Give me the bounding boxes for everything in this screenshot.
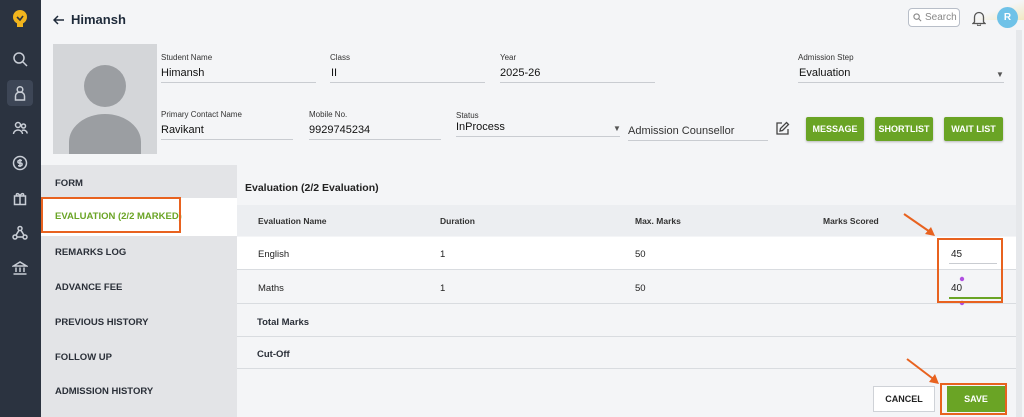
annotation-arrow-icon (903, 213, 935, 236)
fees-dollar-icon[interactable] (7, 150, 33, 176)
field-underline (798, 82, 1004, 83)
search-icon[interactable] (7, 46, 33, 72)
total-marks-label: Total Marks (257, 317, 310, 328)
scrollbar[interactable] (1016, 30, 1022, 417)
primary-contact-label: Primary Contact Name (161, 110, 242, 119)
back-button[interactable]: Himansh (53, 12, 126, 27)
annotation-arrow-icon (906, 358, 939, 384)
field-underline (330, 82, 485, 83)
counsellor-field[interactable]: Admission Counsellor (628, 125, 734, 137)
cutoff-label: Cut-Off (257, 349, 290, 360)
highlight-box (937, 238, 1003, 303)
field-underline (309, 139, 441, 140)
evaluation-name: English (258, 249, 290, 260)
cutoff-row: Cut-Off (237, 337, 1016, 369)
app-root: Himansh Search R Student Name Himansh Cl… (0, 0, 1024, 417)
duration-value: 1 (440, 283, 446, 294)
year-value: 2025-26 (500, 67, 541, 79)
max-marks-value: 50 (635, 283, 646, 294)
institution-icon[interactable] (7, 255, 33, 281)
nav-item-follow-up[interactable]: FOLLOW UP (55, 352, 112, 363)
arrow-left-icon (53, 14, 64, 25)
field-underline (456, 136, 620, 137)
column-header: Max. Marks (635, 216, 681, 226)
search-icon (913, 13, 922, 22)
table-row: Maths 1 50 40 (237, 271, 1016, 306)
primary-contact-value: Ravikant (161, 124, 204, 136)
status-select[interactable]: InProcess (456, 121, 505, 133)
mobile-value: 9929745234 (309, 124, 371, 136)
nav-item-form[interactable]: FORM (55, 178, 83, 189)
chevron-down-icon[interactable]: ▼ (996, 70, 1004, 79)
max-marks-value: 50 (635, 249, 646, 260)
shortlist-button[interactable]: SHORTLIST (875, 117, 933, 141)
nav-item-advance-fee[interactable]: ADVANCE FEE (55, 282, 122, 293)
column-header: Evaluation Name (258, 216, 327, 226)
nav-item-remarks-log[interactable]: REMARKS LOG (55, 247, 126, 258)
student-header-name: Himansh (71, 12, 126, 27)
highlight-box (940, 383, 1007, 415)
bell-icon[interactable] (972, 10, 986, 26)
class-value: II (331, 67, 338, 79)
field-underline (161, 82, 316, 83)
column-header: Marks Scored (823, 216, 879, 226)
table-row: English 1 50 45 (237, 237, 1016, 270)
admission-step-select[interactable]: Evaluation (799, 67, 850, 79)
user-avatar[interactable]: R (997, 7, 1018, 28)
duration-value: 1 (440, 249, 446, 260)
admission-step-label: Admission Step (798, 53, 854, 62)
network-icon[interactable] (7, 220, 33, 246)
users-icon[interactable] (7, 115, 33, 141)
gift-icon[interactable] (7, 185, 33, 211)
field-underline (500, 82, 655, 83)
evaluation-name: Maths (258, 283, 284, 294)
mobile-label: Mobile No. (309, 110, 348, 119)
field-underline (628, 140, 768, 141)
person-placeholder-icon (69, 65, 141, 154)
year-label: Year (500, 53, 517, 62)
student-icon[interactable] (7, 80, 33, 106)
nav-item-admission-history[interactable]: ADMISSION HISTORY (55, 386, 153, 397)
student-name-value: Himansh (161, 67, 205, 79)
waitlist-button[interactable]: WAIT LIST (944, 117, 1003, 141)
field-underline (161, 139, 293, 140)
highlight-box (41, 197, 181, 233)
left-rail (0, 0, 41, 417)
class-label: Class (330, 53, 351, 62)
evaluation-panel: Evaluation (2/2 Evaluation) Evaluation N… (237, 165, 1016, 417)
column-header: Duration (440, 216, 475, 226)
edit-icon[interactable] (775, 121, 790, 136)
nav-item-previous-history[interactable]: PREVIOUS HISTORY (55, 317, 148, 328)
evaluation-title: Evaluation (2/2 Evaluation) (245, 182, 379, 194)
chevron-down-icon[interactable]: ▼ (613, 124, 621, 133)
cancel-button[interactable]: CANCEL (873, 386, 935, 412)
student-photo (53, 44, 157, 154)
search-placeholder: Search (925, 12, 957, 23)
student-name-label: Student Name (161, 53, 213, 62)
brand-logo-icon (13, 10, 27, 27)
message-button[interactable]: MESSAGE (806, 117, 864, 141)
status-label: Status (456, 111, 479, 120)
total-row: Total Marks (237, 305, 1016, 337)
search-box[interactable]: Search (908, 8, 960, 27)
